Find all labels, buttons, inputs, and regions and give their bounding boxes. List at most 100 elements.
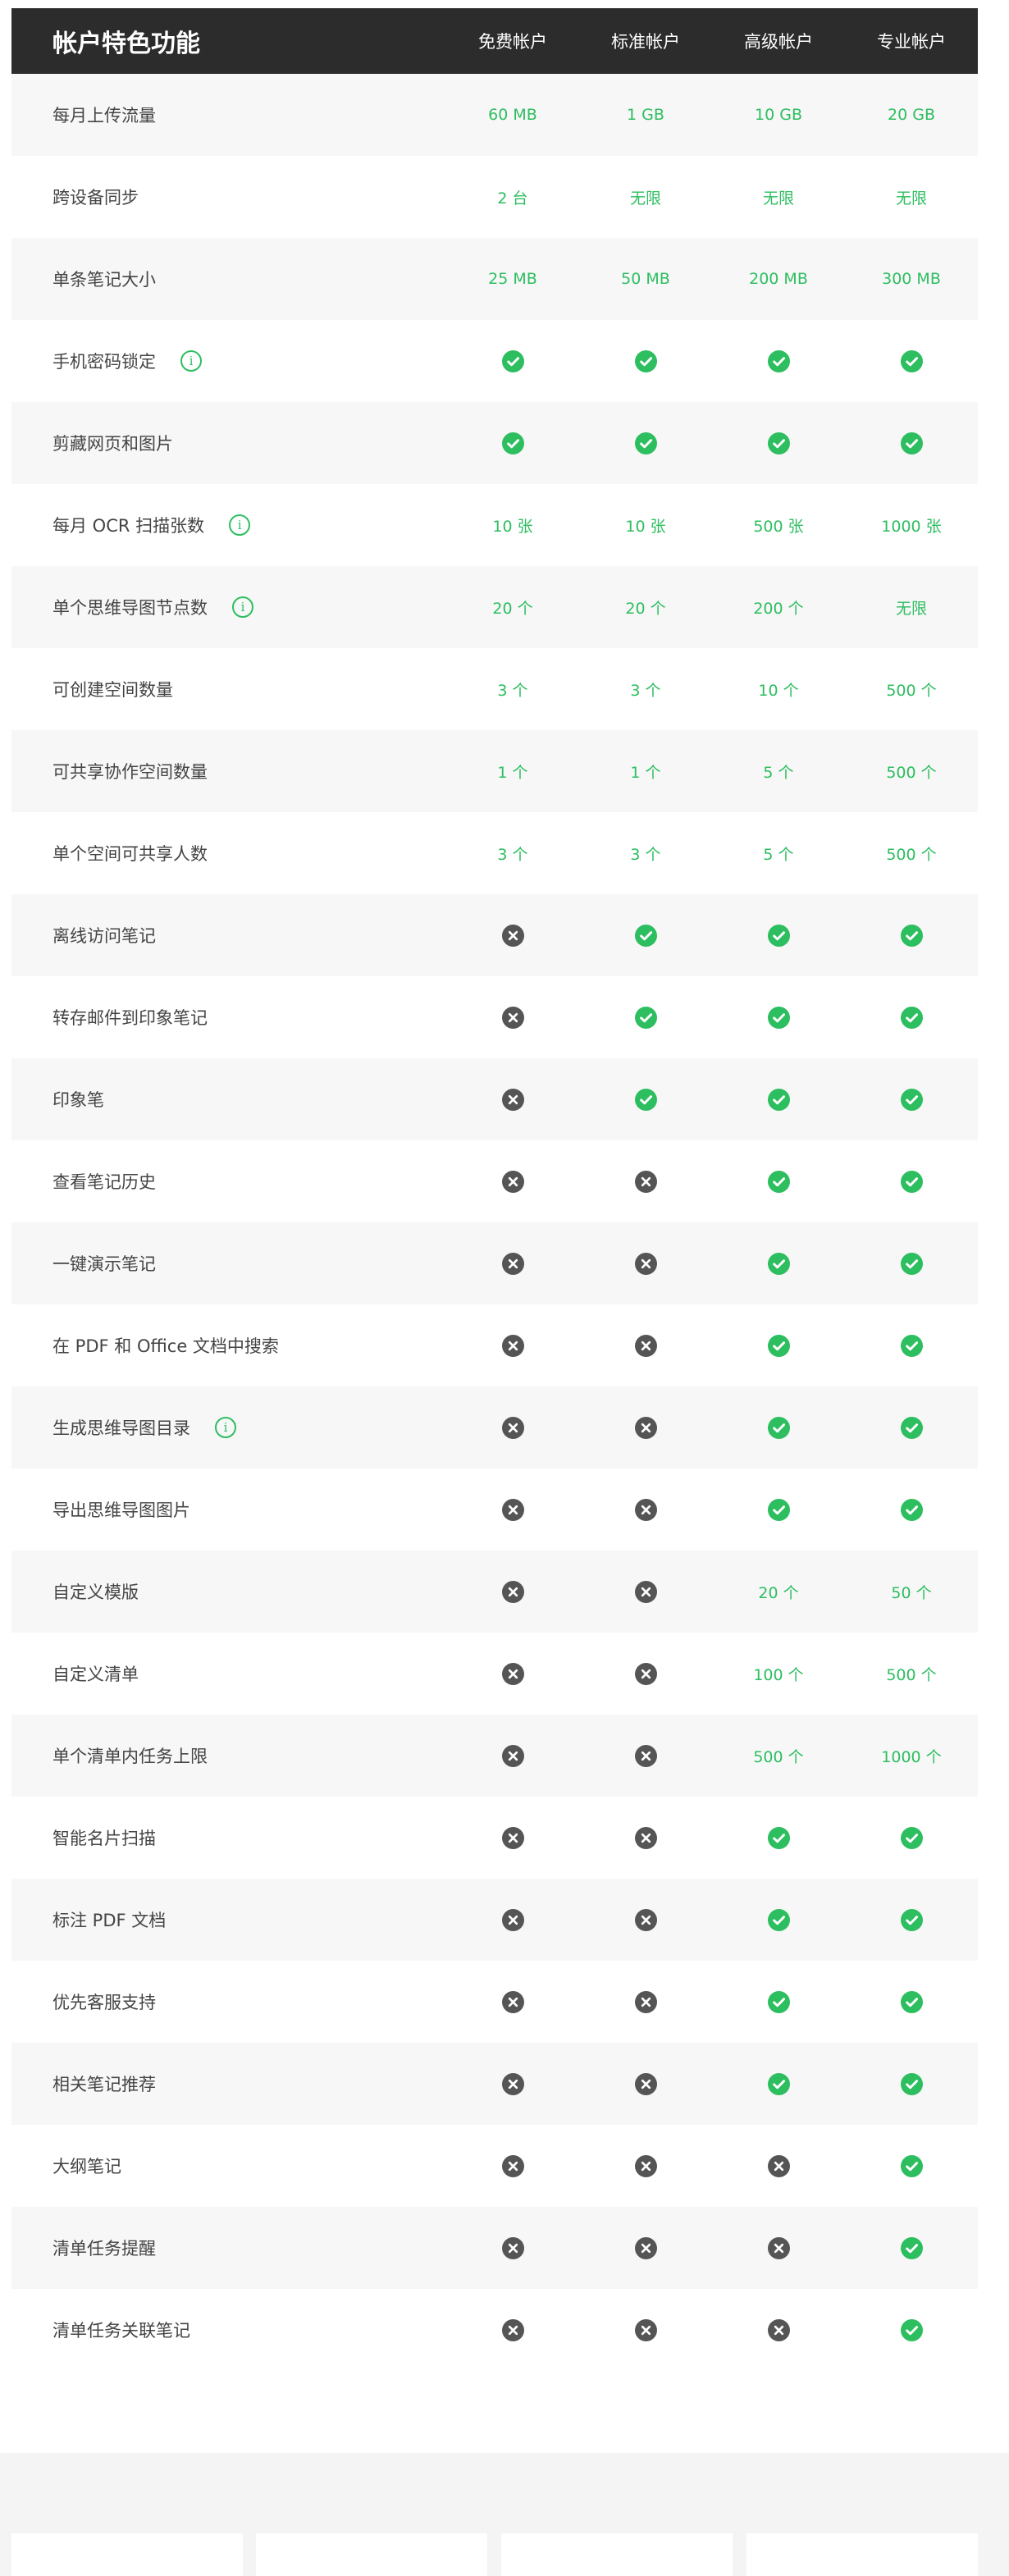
feature-label: 智能名片扫描 (53, 1829, 156, 1848)
cross-circle-icon (501, 2154, 524, 2177)
table-row: 离线访问笔记 (11, 894, 978, 976)
table-body: 每月上传流量 60 MB 1 GB 10 GB 20 GB 跨设备同步 2 台无限 无限 无限单… (11, 74, 978, 2371)
table-row: 转存邮件到印象笔记 (11, 976, 978, 1058)
value-cell-premium (712, 976, 845, 1058)
value-text: 500 个 (753, 1747, 804, 1766)
value-cell-standard: 50 MB (579, 238, 712, 320)
value-cell-standard (579, 320, 712, 402)
value-cell-premium: 5 个 (712, 812, 845, 894)
cross-circle-icon (634, 1826, 657, 1849)
value-text: 无限 (895, 599, 927, 618)
value-cell-free (446, 1961, 579, 2043)
value-cell-standard (579, 1879, 712, 1961)
cross-circle-icon (501, 1826, 524, 1849)
value-text: 200 个 (753, 599, 804, 618)
value-cell-premium (712, 402, 845, 484)
value-cell-pro: 500 个 (845, 730, 978, 812)
feature-label: 每月上传流量 (53, 106, 156, 126)
value-cell-free (446, 976, 579, 1058)
check-circle-icon (900, 1990, 923, 2013)
value-cell-standard (579, 894, 712, 976)
check-circle-icon (767, 1170, 790, 1193)
feature-cell: 印象笔 (11, 1058, 446, 1140)
feature-cell: 导出思维导图图片 (11, 1468, 446, 1551)
value-cell-premium (712, 2043, 845, 2125)
check-circle-icon (767, 1990, 790, 2013)
feature-cell: 单个清单内任务上限 (11, 1715, 446, 1797)
feature-cell: 查看笔记历史 (11, 1140, 446, 1222)
value-text: 10 张 (492, 517, 533, 536)
cross-circle-icon (634, 1252, 657, 1275)
check-circle-icon (501, 432, 524, 454)
value-cell-premium (712, 1140, 845, 1222)
value-cell-standard (579, 1633, 712, 1715)
check-circle-icon (900, 1006, 923, 1029)
info-icon[interactable]: i (215, 1417, 236, 1438)
table-row: 单个清单内任务上限 500 个 1000 个 (11, 1715, 978, 1797)
cross-circle-icon (501, 1252, 524, 1275)
check-circle-icon (900, 1334, 923, 1357)
cross-circle-icon (634, 2154, 657, 2177)
feature-cell: 清单任务提醒 (11, 2207, 446, 2289)
value-cell-pro: 300 MB (845, 238, 978, 320)
value-text: 100 个 (753, 1665, 804, 1684)
value-cell-free (446, 1058, 579, 1140)
value-cell-premium (712, 1468, 845, 1551)
feature-cell: 智能名片扫描 (11, 1797, 446, 1879)
value-cell-premium: 无限 (712, 156, 845, 238)
table-row: 导出思维导图图片 (11, 1468, 978, 1551)
value-cell-premium: 500 个 (712, 1715, 845, 1797)
check-circle-icon (900, 432, 923, 454)
value-cell-free (446, 1222, 579, 1304)
cross-circle-icon (501, 1170, 524, 1193)
value-cell-free: 60 MB (446, 74, 579, 156)
value-cell-pro: 无限 (845, 566, 978, 648)
feature-label: 可共享协作空间数量 (53, 762, 208, 782)
check-circle-icon (900, 1088, 923, 1111)
table-row: 自定义模版 20 个 50 个 (11, 1551, 978, 1633)
value-cell-standard: 3 个 (579, 812, 712, 894)
feature-label: 大纲笔记 (53, 2157, 121, 2176)
table-header: 帐户特色功能 免费帐户 标准帐户 高级帐户 专业帐户 (11, 8, 978, 74)
check-circle-icon (767, 1908, 790, 1931)
info-icon[interactable]: i (229, 514, 251, 536)
feature-cell: 自定义清单 (11, 1633, 446, 1715)
feature-cell: 自定义模版 (11, 1551, 446, 1633)
value-cell-standard (579, 2207, 712, 2289)
feature-label: 离线访问笔记 (53, 926, 156, 946)
feature-cell: 转存邮件到印象笔记 (11, 976, 446, 1058)
value-cell-pro: 500 个 (845, 1633, 978, 1715)
value-text: 500 个 (886, 681, 937, 700)
value-cell-free: 1 个 (446, 730, 579, 812)
value-text: 50 MB (621, 270, 670, 288)
value-text: 500 个 (886, 1665, 937, 1684)
feature-label: 跨设备同步 (53, 188, 139, 208)
table-row: 优先客服支持 (11, 1961, 978, 2043)
value-cell-free (446, 1386, 579, 1468)
value-cell-free (446, 1633, 579, 1715)
value-cell-standard (579, 1797, 712, 1879)
cross-circle-icon (501, 1334, 524, 1357)
cross-circle-icon (501, 1006, 524, 1029)
feature-label: 查看笔记历史 (53, 1172, 156, 1192)
value-cell-pro (845, 1304, 978, 1386)
info-icon[interactable]: i (180, 350, 202, 372)
cross-circle-icon (634, 1744, 657, 1767)
value-cell-premium (712, 320, 845, 402)
value-text: 2 台 (497, 189, 528, 208)
table-row: 查看笔记历史 (11, 1140, 978, 1222)
value-cell-pro (845, 1058, 978, 1140)
cross-circle-icon (501, 924, 524, 947)
cross-circle-icon (501, 2318, 524, 2341)
table-row: 标注 PDF 文档 (11, 1879, 978, 1961)
info-icon[interactable]: i (232, 596, 253, 618)
value-cell-free (446, 1879, 579, 1961)
value-cell-standard (579, 1304, 712, 1386)
feature-cell: 相关笔记推荐 (11, 2043, 446, 2125)
table-row: 单个思维导图节点数 i 20 个 20 个 200 个 无限 (11, 566, 978, 648)
value-cell-standard (579, 1058, 712, 1140)
feature-label: 导出思维导图图片 (53, 1500, 190, 1520)
check-circle-icon (634, 432, 657, 454)
table-row: 每月 OCR 扫描张数 i 10 张 10 张 500 张 1000 张 (11, 484, 978, 566)
feature-cell: 生成思维导图目录 i (11, 1386, 446, 1468)
